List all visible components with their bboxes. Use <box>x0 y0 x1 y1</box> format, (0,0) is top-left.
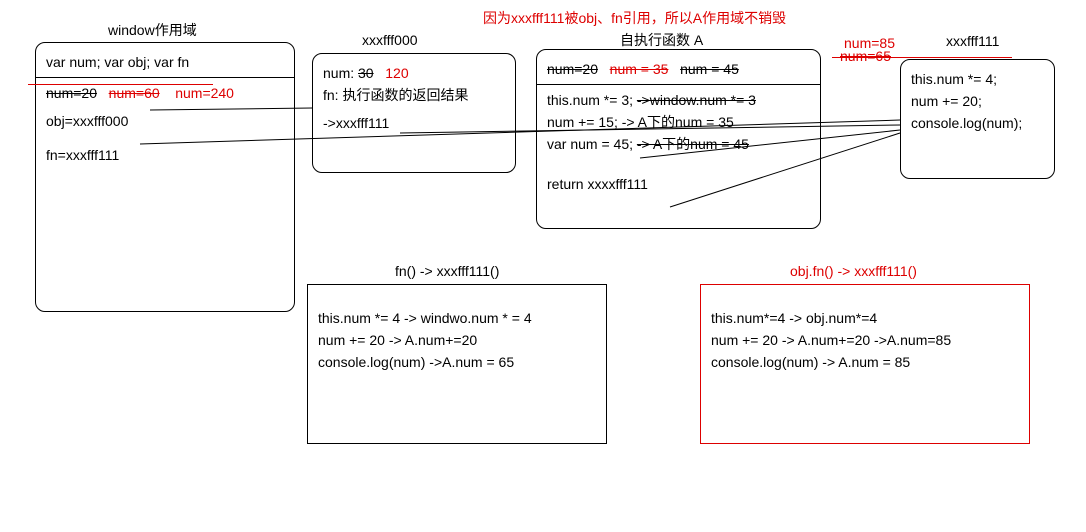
iife-num35: num = 35 <box>610 61 669 77</box>
fn111-l2: num += 20; <box>911 90 1044 112</box>
obj-fn-label: fn: 执行函数的返回结果 <box>323 84 505 106</box>
window-var-decl: var num; var obj; var fn <box>46 51 284 73</box>
obj-call-l1: this.num*=4 -> obj.num*=4 <box>711 307 1019 329</box>
iife-num-line: num=20 num = 35 num = 45 <box>547 58 810 80</box>
iife-l1: this.num *= 3; ->window.num *= 3 <box>547 89 810 111</box>
iife-l3b: -> A下的num = 45 <box>637 136 749 152</box>
iife-num20: num=20 <box>547 61 598 77</box>
window-fn-ref: fn=xxxfff111 <box>46 144 284 166</box>
window-scope-title: window作用域 <box>108 20 197 40</box>
iife-l3a: var num = 45; <box>547 136 633 152</box>
iife-box: num=20 num = 35 num = 45 this.num *= 3; … <box>536 49 821 229</box>
obj-box-title: xxxfff000 <box>362 32 418 48</box>
obj-call-box: this.num*=4 -> obj.num*=4 num += 20 -> A… <box>700 284 1030 444</box>
fn-call-l2: num += 20 -> A.num+=20 <box>318 329 596 351</box>
obj-call-title: obj.fn() -> xxxfff111() <box>790 263 917 279</box>
fn-call-l3: console.log(num) ->A.num = 65 <box>318 351 596 373</box>
obj-num-new: 120 <box>385 65 408 81</box>
fn-call-title: fn() -> xxxfff111() <box>395 263 499 279</box>
fn111-box: this.num *= 4; num += 20; console.log(nu… <box>900 59 1055 179</box>
window-num-line: num=20 num=60 num=240 <box>46 82 284 104</box>
obj-num-line: num: 30 120 <box>323 62 505 84</box>
iife-l2: num += 15; -> A下的num = 35 <box>547 111 810 133</box>
window-scope-box: var num; var obj; var fn num=20 num=60 n… <box>35 42 295 312</box>
fn-call-l1: this.num *= 4 -> windwo.num * = 4 <box>318 307 596 329</box>
obj-num-old: 30 <box>358 65 374 81</box>
num-60: num=60 <box>109 85 160 101</box>
window-obj-ref: obj=xxxfff000 <box>46 110 284 132</box>
num-20: num=20 <box>46 85 97 101</box>
divider <box>537 84 820 85</box>
fn111-l1: this.num *= 4; <box>911 68 1044 90</box>
iife-l3: var num = 45; -> A下的num = 45 <box>547 133 810 155</box>
num-240: num=240 <box>175 85 234 101</box>
obj-num-label: num: <box>323 65 354 81</box>
window-num-strike-rule <box>28 84 213 85</box>
obj-call-l3: console.log(num) -> A.num = 85 <box>711 351 1019 373</box>
iife-num45: num = 45 <box>680 61 739 77</box>
iife-l1a: this.num *= 3; <box>547 92 633 108</box>
iife-return: return xxxxfff111 <box>547 173 810 195</box>
fn-call-box: this.num *= 4 -> windwo.num * = 4 num +=… <box>307 284 607 444</box>
obj-call-l2: num += 20 -> A.num+=20 ->A.num=85 <box>711 329 1019 351</box>
iife-l1b: ->window.num *= 3 <box>637 92 756 108</box>
num65-label: num=65 <box>840 48 891 64</box>
top-annotation: 因为xxxfff111被obj、fn引用，所以A作用域不销毁 <box>483 8 786 28</box>
fn111-l3: console.log(num); <box>911 112 1044 134</box>
iife-title: 自执行函数 A <box>620 30 703 50</box>
obj-fn-arrow: ->xxxfff111 <box>323 112 505 134</box>
divider <box>36 77 294 78</box>
fn111-title: xxxfff111 <box>946 33 999 49</box>
obj-box: num: 30 120 fn: 执行函数的返回结果 ->xxxfff111 <box>312 53 516 173</box>
